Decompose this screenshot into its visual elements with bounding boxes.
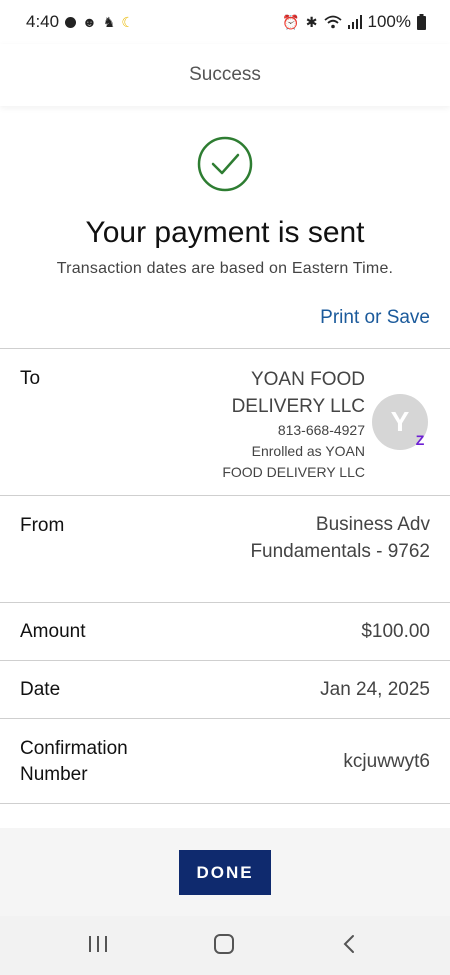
to-label: To (20, 368, 41, 389)
recents-icon[interactable] (87, 934, 109, 954)
moon-icon: ☾ (121, 13, 134, 30)
from-account: Business Adv Fundamentals - 9762 (250, 511, 430, 565)
confirmation-label-line2: Number (20, 764, 88, 785)
from-account-line1: Business Adv (315, 514, 430, 535)
battery-percent: 100% (367, 12, 411, 31)
page-title: Success (189, 64, 261, 85)
divider (0, 495, 450, 496)
divider (0, 348, 450, 349)
avatar-initial: Y (390, 406, 410, 437)
confirmation-number: kcjuwwyt6 (343, 751, 430, 772)
back-icon[interactable] (340, 934, 360, 954)
amount-label: Amount (20, 621, 86, 642)
notification-dot-icon (65, 16, 77, 28)
recipient-name-line2: DELIVERY LLC (231, 396, 365, 417)
status-left: 4:40 ☻ ♞ ☾ (26, 12, 134, 32)
app-icon: ☻ (82, 14, 97, 30)
divider (0, 602, 450, 603)
success-hero: Your payment is sent Transaction dates a… (0, 106, 450, 348)
enrolled-line2: FOOD DELIVERY LLC (222, 464, 365, 480)
status-right: ⏰ ✱ 100% (282, 12, 426, 32)
system-nav-bar (0, 916, 450, 975)
divider (0, 803, 450, 804)
check-circle-icon (197, 136, 253, 192)
confirmation-label: Confirmation Number (20, 736, 128, 788)
date-label: Date (20, 679, 61, 700)
battery-icon (417, 14, 426, 30)
status-bar: 4:40 ☻ ♞ ☾ ⏰ ✱ 100% (0, 0, 450, 44)
from-account-line2: Fundamentals - 9762 (250, 541, 430, 562)
divider (0, 718, 450, 719)
recipient-name-line1: YOAN FOOD (250, 369, 365, 390)
date-value: Jan 24, 2025 (320, 679, 430, 700)
print-or-save-link[interactable]: Print or Save (320, 307, 430, 329)
bird-icon: ♞ (102, 14, 116, 30)
recipient-details: YOAN FOOD DELIVERY LLC 813-668-4927 Enro… (222, 366, 365, 483)
confirmation-label-line1: Confirmation (20, 738, 128, 759)
status-time: 4:40 (26, 12, 60, 31)
footer: DONE (0, 828, 450, 916)
from-label: From (20, 515, 65, 536)
timezone-note: Transaction dates are based on Eastern T… (56, 260, 394, 277)
page-header: Success (0, 44, 450, 106)
signal-icon (347, 15, 362, 29)
success-title: Your payment is sent (85, 216, 365, 249)
alarm-icon: ⏰ (282, 14, 300, 30)
home-icon[interactable] (213, 934, 235, 954)
zelle-badge-icon: Z (415, 432, 425, 448)
amount-value: $100.00 (361, 621, 430, 642)
divider (0, 660, 450, 661)
done-button[interactable]: DONE (179, 850, 271, 895)
bluetooth-icon: ✱ (305, 14, 318, 30)
enrolled-line1: Enrolled as YOAN (251, 443, 365, 459)
recipient-phone: 813-668-4927 (277, 422, 365, 438)
wifi-icon (323, 15, 342, 29)
